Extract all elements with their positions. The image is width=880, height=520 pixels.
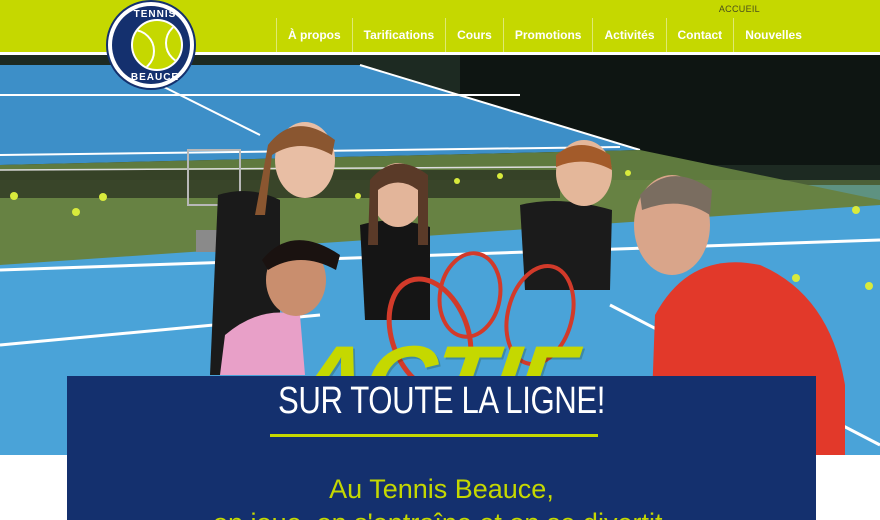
nav-item-a-propos[interactable]: À propos bbox=[276, 18, 352, 52]
breadcrumb[interactable]: ACCUEIL bbox=[719, 4, 760, 14]
tagline-banner: SUR TOUTE LA LIGNE! Au Tennis Beauce, on… bbox=[67, 376, 816, 520]
main-nav: À propos Tarifications Cours Promotions … bbox=[276, 18, 813, 52]
banner-underline bbox=[270, 434, 598, 437]
nav-item-contact[interactable]: Contact bbox=[665, 18, 734, 52]
logo-text-top: TENNIS bbox=[133, 9, 177, 20]
logo-badge: TENNIS BEAUCE bbox=[112, 6, 190, 84]
nav-item-cours[interactable]: Cours bbox=[445, 18, 503, 52]
tennis-ball-icon bbox=[131, 19, 183, 71]
logo-text-bottom: BEAUCE bbox=[130, 72, 180, 83]
banner-title: SUR TOUTE LA LIGNE! bbox=[277, 380, 606, 422]
nav-item-activites[interactable]: Activités bbox=[592, 18, 665, 52]
page: ACCUEIL À propos Tarifications Cours Pro… bbox=[0, 0, 880, 520]
banner-line-1: Au Tennis Beauce, bbox=[329, 474, 554, 504]
nav-item-tarifications[interactable]: Tarifications bbox=[351, 18, 445, 52]
nav-item-nouvelles[interactable]: Nouvelles bbox=[733, 18, 813, 52]
banner-line-2: on joue, on s'entraîne et on se divertit… bbox=[67, 508, 816, 520]
site-logo[interactable]: TENNIS BEAUCE bbox=[106, 0, 196, 90]
nav-item-promotions[interactable]: Promotions bbox=[502, 18, 593, 52]
